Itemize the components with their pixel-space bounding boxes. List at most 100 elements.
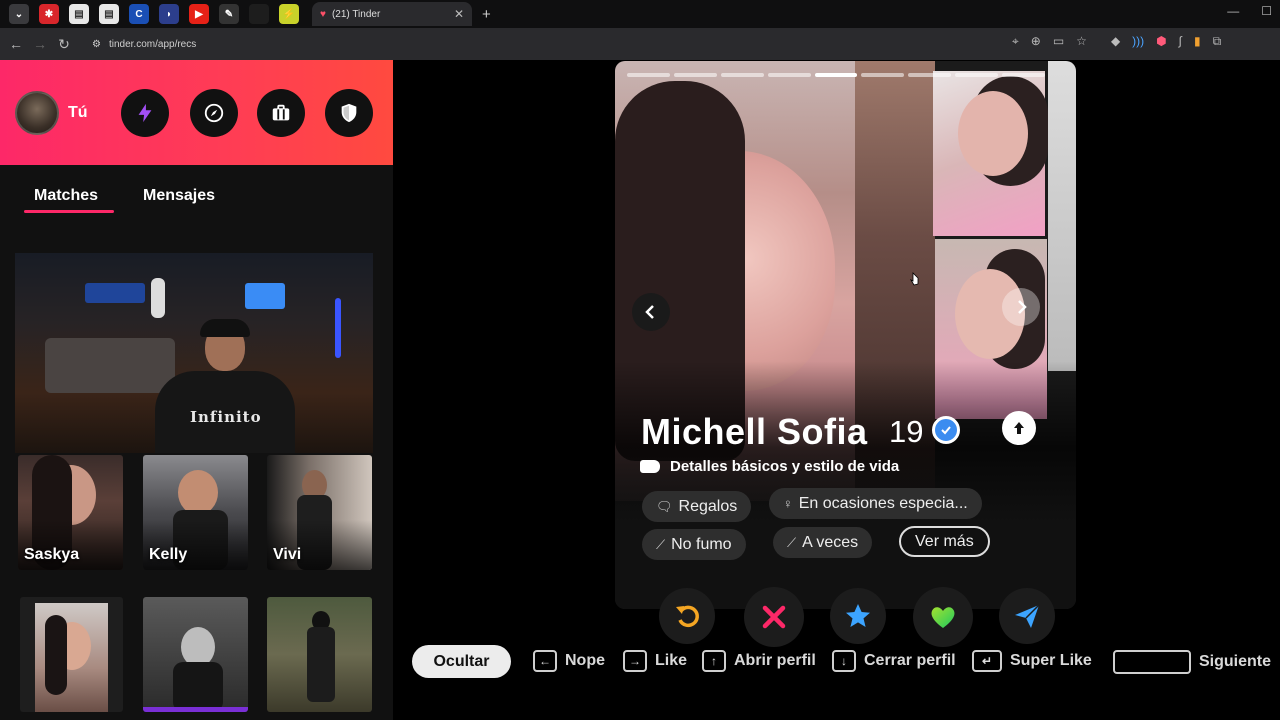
maximize-icon[interactable]: ☐ [1261, 4, 1272, 18]
boost-button[interactable] [121, 89, 169, 137]
zoom-icon[interactable]: ⊕ [1031, 34, 1041, 49]
match-card[interactable]: Saskya [18, 455, 123, 570]
matches-tabs: Matches Mensajes [0, 165, 393, 235]
monitor-screen [245, 283, 285, 309]
photo-progress-segment[interactable] [627, 73, 670, 77]
profile-card[interactable]: Michell Sofia 19 Detalles básicos y esti… [615, 61, 1076, 609]
hide-button[interactable]: Ocultar [412, 645, 511, 678]
tag-icon [640, 460, 660, 473]
forward-icon[interactable]: → [28, 36, 52, 52]
chevron-right-icon [1018, 300, 1027, 314]
tab-tinder[interactable]: ♥ (21) Tinder ✕ [312, 2, 472, 26]
window-controls: — ☐ [1227, 4, 1272, 18]
reload-icon[interactable]: ↻ [52, 36, 76, 53]
streamer-figure [155, 319, 295, 453]
tab-favicon-doc[interactable]: ▤ [69, 4, 89, 24]
photo-progress-segment[interactable] [673, 73, 717, 77]
tab-favicon-c[interactable]: C [129, 4, 149, 24]
back-icon[interactable]: ← [4, 36, 28, 52]
active-tab-indicator [24, 210, 114, 213]
details-row: Detalles básicos y estilo de vida [640, 458, 899, 475]
keyboard-hints: Ocultar ← Nope → Like ↑ Abrir perfil ↓ C… [0, 640, 1280, 690]
chevron-left-icon [645, 305, 654, 319]
next-photo-button[interactable] [1002, 288, 1040, 326]
see-more-button[interactable]: Ver más [899, 526, 990, 557]
url-text: tinder.com/app/recs [108, 38, 197, 50]
location-icon[interactable]: ⌖ [1012, 34, 1019, 49]
hint-close-profile: ↓ Cerrar perfil [832, 650, 956, 672]
tab-favicon-yellow[interactable]: ⚡ [279, 4, 299, 24]
photo-progress-segment[interactable] [1002, 73, 1046, 77]
photo-progress-bar [627, 73, 1046, 77]
photo-progress-segment[interactable] [955, 73, 999, 77]
led-strip [335, 298, 341, 358]
tinder-flame-icon: ♥ [320, 8, 326, 20]
new-tab-icon[interactable]: + [482, 6, 491, 23]
extension-audio-icon[interactable]: ))) [1132, 34, 1144, 49]
shirt-text: Infinito [190, 408, 262, 426]
super-like-button[interactable] [830, 588, 886, 644]
toolbar-icons: ⌖ ⊕ ▭ ☆ ◆ ))) ⬢ ∫ ▮ ⧉ [1012, 34, 1221, 49]
safety-button[interactable] [325, 89, 373, 137]
open-profile-button[interactable] [1002, 411, 1036, 445]
cast-icon[interactable]: ▭ [1053, 34, 1064, 49]
tab-matches[interactable]: Matches [34, 187, 98, 205]
photo-progress-segment[interactable] [861, 73, 905, 77]
nope-button[interactable] [744, 587, 804, 647]
rewind-button[interactable] [659, 588, 715, 644]
bookmark-star-icon[interactable]: ☆ [1076, 34, 1087, 49]
previous-photo-button[interactable] [632, 293, 670, 331]
hint-next: Siguiente [1113, 650, 1271, 674]
photo-progress-segment[interactable] [814, 73, 858, 77]
compass-icon [204, 103, 224, 123]
figurine [151, 278, 165, 318]
url-field[interactable]: ⚙ tinder.com/app/recs [86, 32, 986, 56]
extension-slash-icon[interactable]: ∫ [1179, 34, 1182, 49]
heart-icon [931, 607, 955, 628]
extensions-puzzle-icon[interactable]: ⧉ [1213, 34, 1222, 49]
match-card[interactable]: Kelly [143, 455, 248, 570]
tab-favicon-youtube[interactable]: ▶ [189, 4, 209, 24]
tab-search-icon[interactable]: ⌄ [9, 4, 29, 24]
boost-send-button[interactable] [999, 588, 1055, 644]
arrow-left-key-icon: ← [533, 650, 557, 672]
mouse-cursor-icon [910, 272, 919, 286]
arrow-down-key-icon: ↓ [832, 650, 856, 672]
tab-messages[interactable]: Mensajes [143, 187, 215, 205]
like-button[interactable] [913, 587, 973, 647]
lightning-icon [138, 103, 152, 123]
hint-nope: ← Nope [533, 650, 605, 672]
webcam-overlay: Infinito [15, 253, 373, 453]
tab-favicon-red[interactable]: ✱ [39, 4, 59, 24]
profile-photo-collage-top [933, 71, 1048, 236]
shield-icon [341, 103, 357, 123]
photo-progress-segment[interactable] [720, 73, 764, 77]
minimize-icon[interactable]: — [1227, 4, 1239, 18]
my-profile-label[interactable]: Tú [68, 104, 88, 122]
photo-progress-segment[interactable] [767, 73, 811, 77]
tab-favicon-dark[interactable] [249, 4, 269, 24]
tab-favicon-tool[interactable]: ✎ [219, 4, 239, 24]
gift-icon: 🗨 [656, 498, 673, 514]
send-icon [1015, 604, 1040, 628]
extension-diamond-icon[interactable]: ◆ [1111, 34, 1120, 49]
browser-tabbar: ⌄ ✱ ▤ ▤ C ◗ ▶ ✎ ⚡ ♥ (21) Tinder ✕ + — ☐ [0, 0, 1280, 28]
drink-icon: ⟋ [787, 534, 797, 550]
hint-like: → Like [623, 650, 687, 672]
photo-progress-segment[interactable] [908, 73, 952, 77]
tab-favicon-doc2[interactable]: ▤ [99, 4, 119, 24]
explore-button[interactable] [190, 89, 238, 137]
avatar[interactable] [15, 91, 59, 135]
chip-gifts: 🗨 Regalos [642, 491, 752, 522]
arrow-right-key-icon: → [623, 650, 647, 672]
hint-super-like: ↵ Super Like [972, 650, 1092, 672]
tab-favicon-blue[interactable]: ◗ [159, 4, 179, 24]
extension-shield-icon[interactable]: ⬢ [1156, 34, 1166, 49]
match-card[interactable]: Vivi [267, 455, 372, 570]
work-mode-button[interactable] [257, 89, 305, 137]
extension-lock-icon[interactable]: ▮ [1194, 34, 1201, 49]
arrow-up-icon [1014, 422, 1024, 434]
site-info-icon[interactable]: ⚙ [92, 39, 101, 50]
sidebar-header: Tú [0, 60, 393, 165]
tab-close-icon[interactable]: ✕ [454, 7, 464, 21]
